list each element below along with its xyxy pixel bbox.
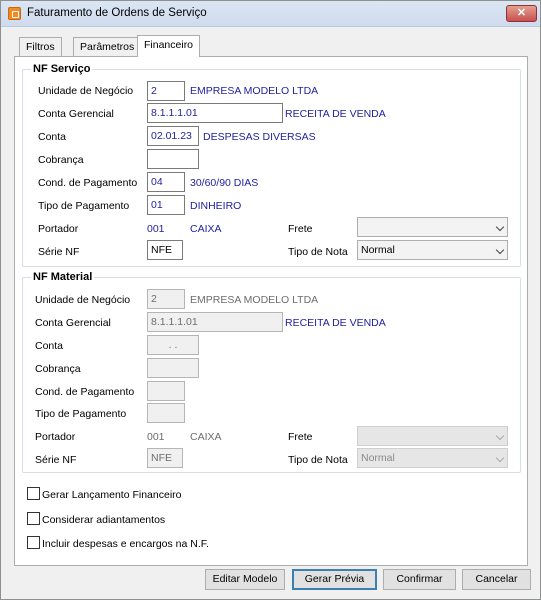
mat-unidade-label: Unidade de Negócio [35, 294, 131, 306]
mat-portador-value: 001 [147, 431, 165, 443]
conta-label: Conta [38, 131, 67, 143]
mat-unidade-input[interactable]: 2 [147, 289, 185, 309]
cobranca-input[interactable] [147, 149, 199, 169]
mat-tipo-nota-select[interactable]: Normal [357, 448, 508, 468]
conta-gerencial-label: Conta Gerencial [38, 108, 114, 120]
gerar-previa-button[interactable]: Gerar Prévia [292, 569, 377, 590]
conta-desc: DESPESAS DIVERSAS [203, 131, 316, 143]
mat-conta-input[interactable]: . . [147, 335, 199, 355]
tipo-nota-select[interactable]: Normal [357, 240, 508, 260]
close-button[interactable]: ✕ [506, 5, 537, 22]
tipo-pagamento-input[interactable]: 01 [147, 195, 185, 215]
cond-pagamento-label: Cond. de Pagamento [38, 177, 138, 189]
frete-select[interactable] [357, 217, 508, 237]
nf-servico-title: NF Serviço [31, 63, 93, 75]
portador-value: 001 [147, 223, 165, 235]
checkbox-box[interactable] [27, 536, 40, 549]
mat-portador-label: Portador [35, 431, 76, 443]
mat-conta-gerencial-label: Conta Gerencial [35, 317, 111, 329]
conta-gerencial-desc: RECEITA DE VENDA [285, 108, 386, 120]
cancelar-button[interactable]: Cancelar [462, 569, 531, 590]
unidade-label: Unidade de Negócio [38, 85, 134, 97]
mat-tipo-pagamento-label: Tipo de Pagamento [35, 408, 127, 420]
mat-cond-pagamento-input[interactable] [147, 381, 185, 401]
mat-cond-pagamento-label: Cond. de Pagamento [35, 386, 135, 398]
gerar-lancamento-checkbox[interactable]: Gerar Lançamento Financeiro [27, 487, 182, 501]
unidade-desc: EMPRESA MODELO LTDA [190, 85, 319, 97]
mat-cobranca-input[interactable] [147, 358, 199, 378]
nf-material-title: NF Material [31, 271, 95, 283]
checkbox-box[interactable] [27, 487, 40, 500]
tipo-pagamento-desc: DINHEIRO [190, 200, 242, 212]
incluir-despesas-label: Incluir despesas e encargos na N.F. [42, 538, 209, 550]
conta-input[interactable]: 02.01.23 [147, 126, 199, 146]
nf-servico-group [22, 69, 521, 267]
gerar-lancamento-label: Gerar Lançamento Financeiro [42, 489, 182, 501]
tipo-nota-label: Tipo de Nota [288, 246, 348, 258]
chevron-down-icon [495, 431, 505, 441]
tab-financeiro[interactable]: Financeiro [137, 35, 201, 57]
mat-serie-nf-label: Série NF [35, 454, 77, 466]
conta-gerencial-input[interactable]: 8.1.1.1.01 [147, 103, 283, 123]
dialog-window: Faturamento de Ordens de Serviço ✕ Filtr… [0, 0, 541, 600]
cobranca-label: Cobrança [38, 154, 84, 166]
tab-parametros[interactable]: Parâmetros [73, 37, 142, 56]
frete-label: Frete [288, 223, 313, 235]
tipo-nota-select-value: Normal [361, 244, 395, 256]
incluir-despesas-checkbox[interactable]: Incluir despesas e encargos na N.F. [27, 536, 209, 550]
mat-cobranca-label: Cobrança [35, 363, 81, 375]
mat-conta-label: Conta [35, 340, 64, 352]
mat-conta-gerencial-desc: RECEITA DE VENDA [285, 317, 386, 329]
financeiro-panel: NF Serviço Unidade de Negócio 2 EMPRESA … [14, 56, 528, 566]
title-bar: Faturamento de Ordens de Serviço ✕ [1, 1, 540, 27]
mat-unidade-desc: EMPRESA MODELO LTDA [190, 294, 319, 306]
window-title: Faturamento de Ordens de Serviço [27, 7, 207, 19]
confirmar-button[interactable]: Confirmar [383, 569, 456, 590]
tipo-pagamento-label: Tipo de Pagamento [38, 200, 130, 212]
mat-tipo-pagamento-input[interactable] [147, 403, 185, 423]
considerar-adiantamentos-label: Considerar adiantamentos [42, 514, 166, 526]
mat-conta-gerencial-input[interactable]: 8.1.1.1.01 [147, 312, 283, 332]
checkbox-box[interactable] [27, 512, 40, 525]
cond-pagamento-input[interactable]: 04 [147, 172, 185, 192]
unidade-input[interactable]: 2 [147, 81, 185, 101]
mat-tipo-nota-label: Tipo de Nota [288, 454, 348, 466]
editar-modelo-button[interactable]: Editar Modelo [205, 569, 285, 590]
serie-nf-input[interactable]: NFE [147, 240, 183, 260]
mat-portador-desc: CAIXA [190, 431, 222, 443]
considerar-adiantamentos-checkbox[interactable]: Considerar adiantamentos [27, 512, 165, 526]
portador-label: Portador [38, 223, 79, 235]
serie-nf-label: Série NF [38, 246, 80, 258]
chevron-down-icon [495, 222, 505, 232]
mat-frete-label: Frete [288, 431, 313, 443]
chevron-down-icon [495, 245, 505, 255]
tab-filtros[interactable]: Filtros [19, 37, 62, 56]
mat-tipo-nota-select-value: Normal [361, 452, 395, 464]
portador-desc: CAIXA [190, 223, 222, 235]
mat-frete-select[interactable] [357, 426, 508, 446]
mat-serie-nf-input[interactable]: NFE [147, 448, 183, 468]
cond-pagamento-desc: 30/60/90 DIAS [190, 177, 259, 189]
chevron-down-icon [495, 453, 505, 463]
app-icon [8, 7, 21, 20]
